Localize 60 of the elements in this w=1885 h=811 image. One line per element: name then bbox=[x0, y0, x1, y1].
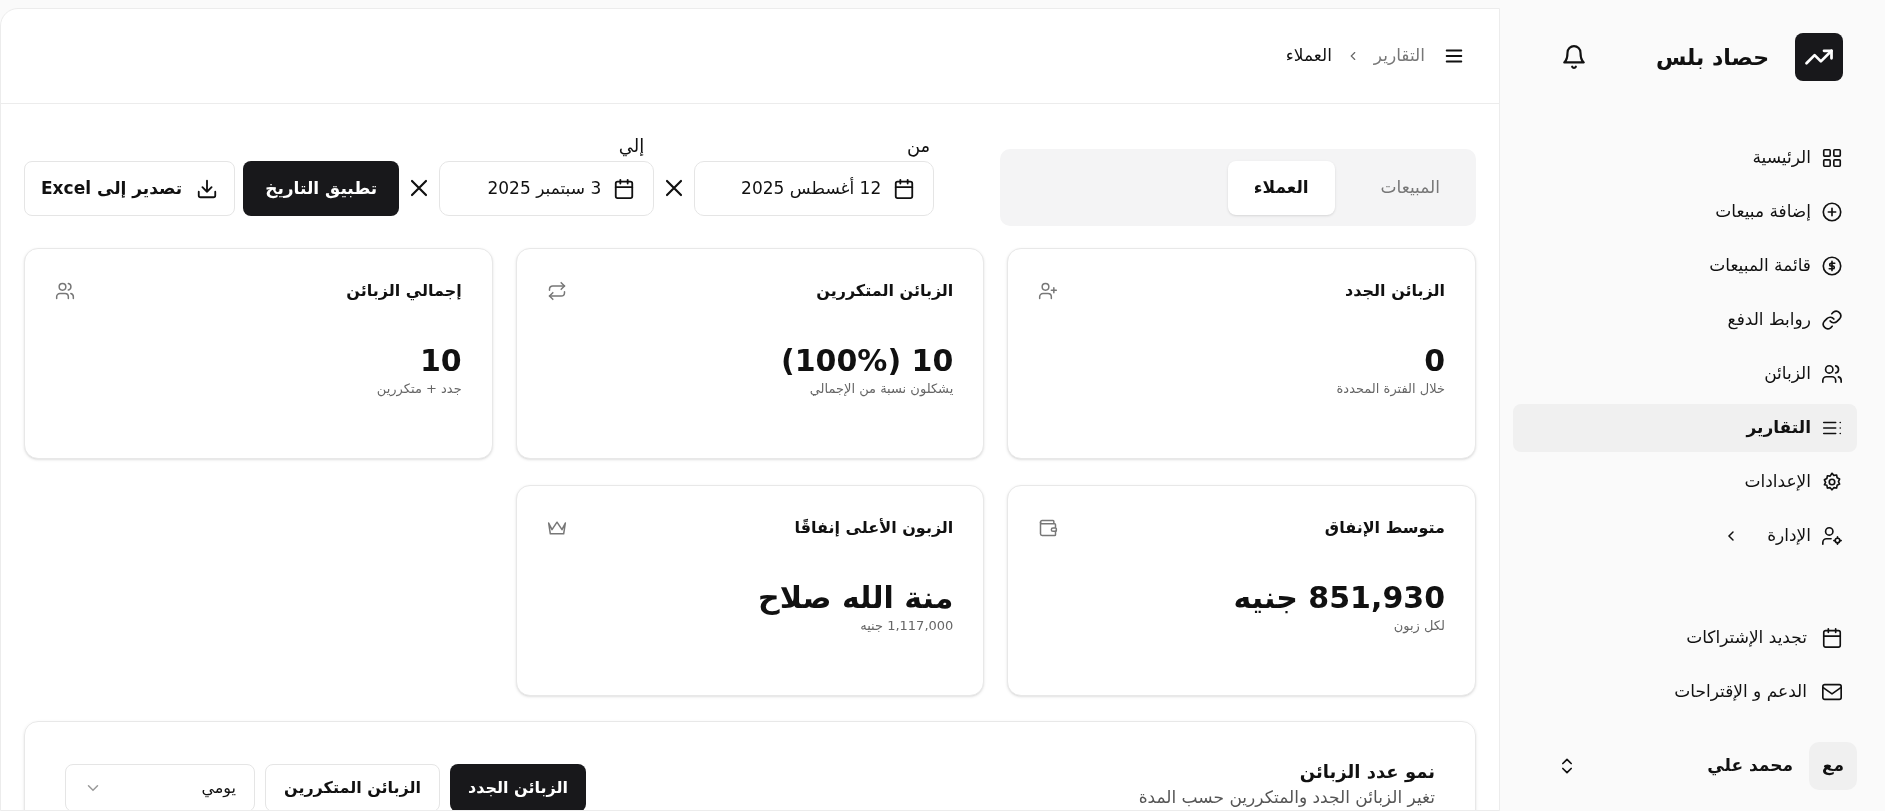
stat-value: 10 bbox=[418, 343, 462, 379]
stat-title: الزبون الأعلى إنفاقًا bbox=[794, 517, 954, 539]
stat-caption: جدد + متكررين bbox=[375, 380, 462, 399]
nav-item[interactable]: تجديد الإشتراكات bbox=[1513, 614, 1843, 662]
users-icon bbox=[1821, 363, 1843, 385]
calendar-icon bbox=[613, 177, 636, 200]
user-plus-icon bbox=[1038, 281, 1059, 301]
user-name: محمد علي bbox=[1707, 754, 1793, 778]
tab[interactable]: المبيعات bbox=[1354, 160, 1466, 215]
series-toggle[interactable]: الزبائن المتكررين bbox=[265, 764, 441, 810]
stat-caption: خلال الفترة المحددة bbox=[1335, 380, 1445, 399]
stat-value: منة الله صلاح bbox=[757, 580, 954, 616]
field-label: من bbox=[906, 134, 932, 159]
chart-title: نمو عدد الزبائن bbox=[1298, 760, 1435, 785]
grid-icon bbox=[1821, 147, 1843, 169]
stat-caption: 1,117,000 جنيه bbox=[859, 617, 954, 635]
nav-item[interactable]: الدعم و الإقتراحات bbox=[1513, 668, 1843, 716]
stat-value: 851,930 جنيه bbox=[1232, 580, 1445, 616]
repeat-icon bbox=[546, 281, 567, 301]
nav-item[interactable]: الزبائن bbox=[1513, 350, 1857, 398]
download-icon bbox=[196, 177, 219, 200]
date-field[interactable]: 12 أغسطس 2025 bbox=[694, 161, 935, 216]
stat-title: متوسط الإنفاق bbox=[1324, 517, 1445, 539]
stat-caption: لكل زبون bbox=[1392, 617, 1445, 636]
export-button[interactable]: تصدير إلى Excel bbox=[24, 161, 236, 216]
breadcrumb-current: العملاء bbox=[1285, 44, 1332, 68]
calendar-icon bbox=[1821, 627, 1843, 649]
user-avatar: مع bbox=[1809, 742, 1857, 790]
users-icon bbox=[55, 281, 75, 301]
chart-subtitle: تغير الزبائن الجدد والمتكررين حسب المدة bbox=[1138, 786, 1435, 809]
brand-name: حصاد بلس bbox=[1655, 43, 1769, 72]
notification-bell-icon[interactable] bbox=[1561, 44, 1587, 70]
date-field[interactable]: 3 سبتمبر 2025 bbox=[439, 161, 655, 216]
calendar-icon bbox=[893, 177, 916, 200]
stat-title: إجمالي الزبائن bbox=[346, 280, 462, 303]
dollar-circle-icon bbox=[1821, 255, 1843, 277]
wallet-icon bbox=[1038, 518, 1059, 538]
stat-title: الزبائن المتكررين bbox=[816, 280, 954, 302]
stat-value: 10 (100%) bbox=[780, 343, 954, 379]
breadcrumb-link[interactable]: التقارير bbox=[1373, 43, 1425, 69]
tab[interactable]: العملاء bbox=[1227, 160, 1335, 215]
stat-caption: يشكلون نسبة من الإجمالي bbox=[808, 380, 954, 399]
mail-icon bbox=[1821, 681, 1843, 703]
nav-item[interactable]: روابط الدفع bbox=[1513, 296, 1857, 344]
nav-item[interactable]: الإعدادات bbox=[1513, 458, 1857, 506]
field-label: إلي bbox=[618, 134, 646, 159]
settings-icon bbox=[1821, 471, 1843, 493]
user-gear-icon bbox=[1821, 525, 1843, 547]
plus-circle-icon bbox=[1821, 201, 1843, 223]
logo-icon bbox=[1795, 33, 1843, 81]
nav-item[interactable]: إضافة مبيعات bbox=[1513, 188, 1857, 236]
link-icon bbox=[1821, 309, 1843, 331]
stat-value: 0 bbox=[1423, 343, 1445, 379]
nav-item[interactable]: الرئيسية bbox=[1513, 134, 1857, 182]
nav-item[interactable]: التقارير bbox=[1513, 404, 1857, 452]
apply-date-button[interactable]: تطبيق التاريخ bbox=[243, 161, 400, 216]
series-toggle[interactable]: الزبائن الجدد bbox=[450, 764, 586, 810]
stat-title: الزبائن الجدد bbox=[1345, 280, 1445, 302]
nav-item[interactable]: الإدارة bbox=[1513, 512, 1857, 560]
nav-item[interactable]: قائمة المبيعات bbox=[1513, 242, 1857, 290]
